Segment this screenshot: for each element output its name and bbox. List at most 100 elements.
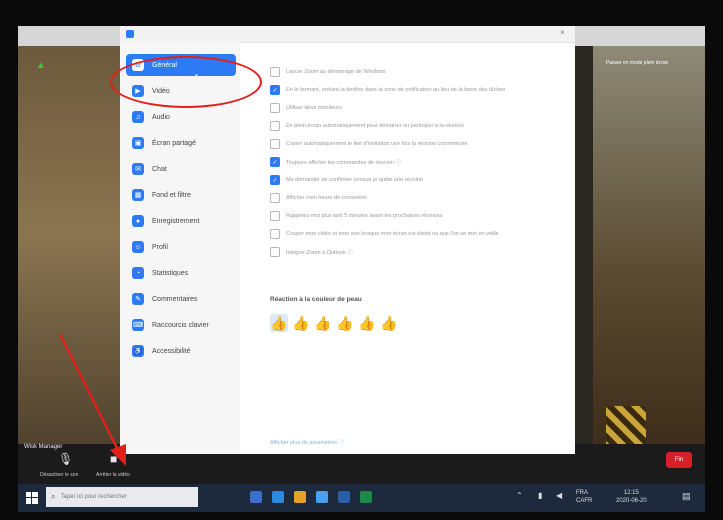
sidebar-item-6[interactable]: ● Enregistrement <box>126 210 236 232</box>
zoom-app-icon[interactable] <box>316 491 328 503</box>
skin-tone-row: 👍 👍 👍 👍 👍 👍 <box>270 314 402 332</box>
network-icon[interactable]: ▮ <box>538 491 542 500</box>
option-row[interactable]: Intégrer Zoom à Outlook ⓘ <box>270 246 353 258</box>
option-row[interactable]: Lancer Zoom au démarrage de Windows <box>270 66 386 78</box>
end-meeting-button[interactable]: Fin <box>666 452 692 468</box>
task-view-icon[interactable] <box>250 491 262 503</box>
background-filter-icon: ▦ <box>132 189 144 201</box>
headphones-icon: ♫ <box>132 111 144 123</box>
search-icon: ⌕ <box>51 492 56 501</box>
statistics-icon: ◔ <box>132 267 144 279</box>
feedback-icon: ✎ <box>132 293 144 305</box>
option-row[interactable]: En plein écran automatiquement pour déma… <box>270 120 464 132</box>
profile-icon: ☺ <box>132 241 144 253</box>
system-tray-chevron-icon[interactable]: ⌃ <box>516 491 523 500</box>
share-screen-icon: ▣ <box>132 137 144 149</box>
fullscreen-button[interactable]: Passer en mode plein écran <box>606 60 668 66</box>
option-checkbox[interactable]: ✓ <box>270 175 280 185</box>
option-label: Utiliser deux moniteurs <box>286 105 342 111</box>
file-explorer-icon[interactable] <box>294 491 306 503</box>
windows-taskbar: ⌕ Taper ici pour rechercher ⌃ ▮ ◀ FRA CA… <box>18 484 705 512</box>
volume-icon[interactable]: ◀ <box>556 491 562 500</box>
option-row[interactable]: Afficher mon heure de connexion <box>270 192 367 204</box>
option-row[interactable]: ✓ Me demander de confirmer lorsque je qui… <box>270 174 423 186</box>
sidebar-item-3[interactable]: ▣ Écran partagé <box>126 132 236 154</box>
option-checkbox[interactable] <box>270 139 280 149</box>
notifications-icon[interactable]: ▤ <box>682 491 691 502</box>
option-row[interactable]: Couper mon vidéo et mon son lorsque mon … <box>270 228 499 240</box>
option-checkbox[interactable] <box>270 247 280 257</box>
option-checkbox[interactable] <box>270 103 280 113</box>
sidebar-item-label: Accessibilité <box>152 347 191 355</box>
option-checkbox[interactable]: ✓ <box>270 85 280 95</box>
taskbar-search-box[interactable]: ⌕ Taper ici pour rechercher <box>46 487 198 507</box>
option-label: Copier automatiquement le lien d'invitat… <box>286 141 468 147</box>
skin-tone-thumb-icon[interactable]: 👍 <box>314 314 332 332</box>
video-label: Arrêter la vidéo <box>96 472 130 478</box>
excel-app-icon[interactable] <box>360 491 372 503</box>
skin-tone-thumb-icon[interactable]: 👍 <box>292 314 310 332</box>
sidebar-item-4[interactable]: ✉ Chat <box>126 158 236 180</box>
sidebar-item-label: Audio <box>152 113 170 121</box>
option-label: Afficher mon heure de connexion <box>286 195 367 201</box>
option-label: Intégrer Zoom à Outlook ⓘ <box>286 250 353 256</box>
general-settings-panel: Réaction à la couleur de peau 👍 👍 👍 👍 👍 👍 Aff… <box>270 66 570 446</box>
security-shield-icon[interactable]: ▲ <box>36 60 46 71</box>
sidebar-item-2[interactable]: ♫ Audio <box>126 106 236 128</box>
option-checkbox[interactable] <box>270 67 280 77</box>
sidebar-item-label: Fond et filtre <box>152 191 191 199</box>
search-placeholder: Taper ici pour rechercher <box>60 494 127 500</box>
option-row[interactable]: Utiliser deux moniteurs <box>270 102 342 114</box>
sidebar-item-7[interactable]: ☺ Profil <box>126 236 236 258</box>
edge-browser-icon[interactable] <box>272 491 284 503</box>
video-background-right <box>593 46 705 466</box>
sidebar-item-10[interactable]: ⌨ Raccourcis clavier <box>126 314 236 336</box>
sidebar-item-9[interactable]: ✎ Commentaires <box>126 288 236 310</box>
option-checkbox[interactable]: ✓ <box>270 157 280 167</box>
language-indicator[interactable]: FRA CAFR <box>576 489 592 505</box>
skin-tone-thumb-icon[interactable]: 👍 <box>270 314 288 332</box>
option-row[interactable]: ✓ En le fermant, réduire la fenêtre dans … <box>270 84 505 96</box>
option-label: Rappelez-moi plus tard 5 minutes avant l… <box>286 213 443 219</box>
end-label: Fin <box>674 457 684 463</box>
record-icon: ● <box>132 215 144 227</box>
sidebar-item-11[interactable]: ♿ Accessibilité <box>126 340 236 362</box>
sidebar-item-8[interactable]: ◔ Statistiques <box>126 262 236 284</box>
close-icon[interactable]: × <box>560 28 565 37</box>
sidebar-item-5[interactable]: ▦ Fond et filtre <box>126 184 236 206</box>
option-row[interactable]: ✓ Toujours afficher les commandes de réun… <box>270 156 401 168</box>
zoom-logo-icon <box>126 30 134 38</box>
sidebar-item-label: Profil <box>152 243 168 251</box>
dialog-titlebar: × <box>120 26 575 43</box>
sidebar-item-label: Chat <box>152 165 167 173</box>
sidebar-item-label: Commentaires <box>152 295 198 303</box>
option-row[interactable]: Rappelez-moi plus tard 5 minutes avant l… <box>270 210 443 222</box>
option-label: En plein écran automatiquement pour déma… <box>286 123 464 129</box>
option-label: Me demander de confirmer lorsque je quit… <box>286 177 423 183</box>
language-line-1: FRA <box>576 490 588 496</box>
windows-start-icon[interactable] <box>26 491 38 504</box>
chat-icon: ✉ <box>132 163 144 175</box>
option-row[interactable]: Copier automatiquement le lien d'invitat… <box>270 138 467 150</box>
word-app-icon[interactable] <box>338 491 350 503</box>
sidebar-item-label: Statistiques <box>152 269 189 277</box>
option-label: En le fermant, réduire la fenêtre dans l… <box>286 87 506 93</box>
option-checkbox[interactable] <box>270 229 280 239</box>
skin-tone-thumb-icon[interactable]: 👍 <box>358 314 376 332</box>
fullscreen-label: Passer en mode plein écran <box>606 60 669 66</box>
clock-date: 2020-06-20 <box>616 498 647 504</box>
option-checkbox[interactable] <box>270 121 280 131</box>
clock[interactable]: 12:15 2020-06-20 <box>616 489 647 505</box>
sidebar-item-label: Enregistrement <box>152 217 200 225</box>
annotation-arrow <box>58 333 126 466</box>
advanced-settings-link[interactable]: Afficher plus de paramètres ⓘ <box>270 438 344 446</box>
annotation-circle <box>110 56 262 108</box>
clock-time: 12:15 <box>623 490 639 496</box>
language-line-2: CAFR <box>576 498 593 504</box>
skin-tone-thumb-icon[interactable]: 👍 <box>380 314 398 332</box>
option-checkbox[interactable] <box>270 193 280 203</box>
sidebar-item-label: Raccourcis clavier <box>152 321 209 329</box>
skin-tone-thumb-icon[interactable]: 👍 <box>336 314 354 332</box>
option-checkbox[interactable] <box>270 211 280 221</box>
option-label: Couper mon vidéo et mon son lorsque mon … <box>286 231 499 237</box>
